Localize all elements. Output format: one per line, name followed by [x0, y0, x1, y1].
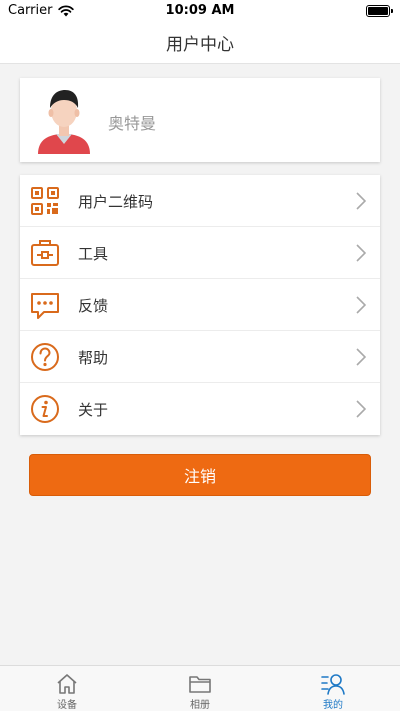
menu-item-label: 帮助: [78, 349, 109, 367]
folder-icon: [189, 676, 211, 693]
menu-item-label: 反馈: [78, 297, 109, 315]
tab-label: 我的: [323, 700, 343, 711]
chevron-right-icon: [356, 244, 366, 262]
battery-cap: [391, 9, 393, 13]
status-time: 10:09 AM: [165, 3, 235, 18]
menu-item-label: 工具: [78, 245, 109, 263]
page-title: 用户中心: [166, 35, 234, 55]
home-icon: [57, 674, 77, 694]
chevron-right-icon: [356, 192, 366, 210]
user-center-screen: Carrier 10:09 AM 用户中心 奥特曼 用户二维码 工具 反馈 帮助…: [0, 0, 400, 711]
info-icon: [31, 395, 59, 423]
profile-card[interactable]: 奥特曼: [20, 78, 380, 162]
chevron-right-icon: [356, 296, 366, 314]
menu-item-tools[interactable]: 工具: [20, 227, 380, 279]
menu-item-qr-code[interactable]: 用户二维码: [20, 175, 380, 227]
tab-mine[interactable]: 我的: [293, 668, 373, 711]
tab-bar: 设备 相册 我的: [0, 665, 400, 711]
chevron-right-icon: [356, 348, 366, 366]
menu-item-about[interactable]: 关于: [20, 383, 380, 435]
navigation-bar: 用户中心: [0, 22, 400, 64]
tab-label: 设备: [57, 700, 77, 711]
battery-icon: [366, 5, 393, 17]
menu-list: 用户二维码 工具 反馈 帮助 关于: [20, 175, 380, 435]
user-icon: [321, 674, 345, 695]
toolbox-icon: [31, 240, 59, 266]
feedback-icon: [31, 293, 59, 319]
tab-label: 相册: [190, 700, 210, 711]
tab-devices[interactable]: 设备: [27, 668, 107, 711]
menu-item-label: 关于: [78, 401, 109, 419]
chevron-right-icon: [356, 400, 366, 418]
status-bar: Carrier 10:09 AM: [0, 0, 400, 22]
username: 奥特曼: [108, 114, 157, 133]
tab-album[interactable]: 相册: [160, 668, 240, 711]
battery-fill: [368, 7, 388, 15]
menu-item-label: 用户二维码: [78, 193, 154, 211]
help-icon: [31, 343, 59, 371]
qr-code-icon: [31, 187, 59, 215]
logout-button[interactable]: 注销: [29, 454, 371, 496]
menu-item-help[interactable]: 帮助: [20, 331, 380, 383]
avatar: [38, 90, 90, 154]
menu-item-feedback[interactable]: 反馈: [20, 279, 380, 331]
